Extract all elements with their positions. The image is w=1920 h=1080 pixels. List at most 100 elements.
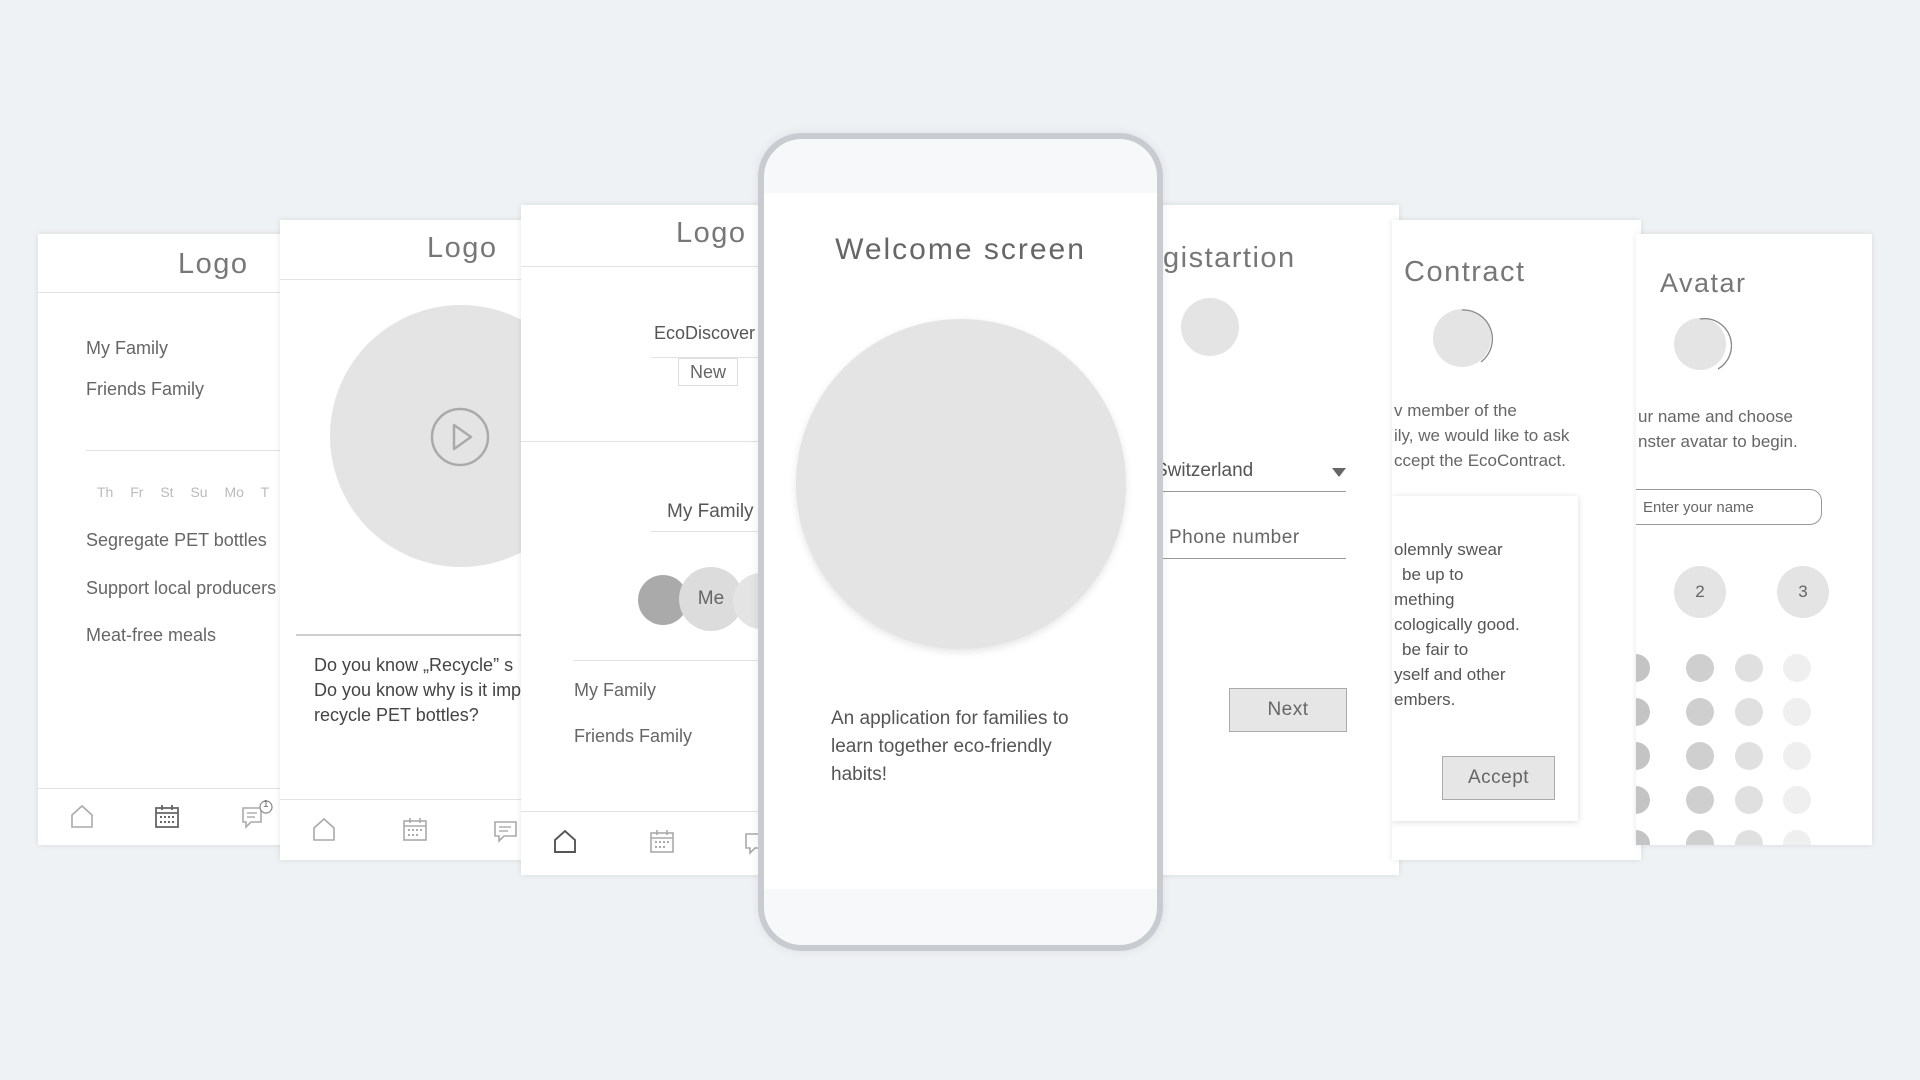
monster-avatar[interactable] bbox=[1636, 786, 1650, 814]
monster-avatar[interactable] bbox=[1735, 742, 1763, 770]
task-item[interactable]: Segregate PET bottles bbox=[86, 530, 267, 551]
country-select[interactable]: Switzerland bbox=[1155, 453, 1346, 492]
step-2[interactable]: 2 bbox=[1674, 566, 1726, 618]
family-header: My Family bbox=[667, 501, 754, 522]
family-item-friends-family[interactable]: Friends Family bbox=[574, 726, 692, 747]
step-label: 3 bbox=[1798, 582, 1808, 601]
name-placeholder: Enter your name bbox=[1643, 499, 1754, 516]
monster-avatar[interactable] bbox=[1735, 654, 1763, 682]
contract-intro-line: v member of the bbox=[1394, 401, 1517, 420]
day-strip: Th Fr St Su Mo T bbox=[97, 484, 269, 500]
phone-placeholder: Phone number bbox=[1169, 527, 1300, 548]
screen-home: Logo EcoDiscover New My Family Me My Fam… bbox=[521, 205, 771, 875]
chat-badge: 1 bbox=[263, 799, 269, 810]
play-icon[interactable] bbox=[429, 406, 491, 473]
monster-avatar[interactable] bbox=[1636, 830, 1650, 845]
monster-avatar[interactable] bbox=[1686, 830, 1714, 845]
name-input[interactable]: Enter your name bbox=[1636, 489, 1822, 525]
day-th[interactable]: Th bbox=[97, 484, 113, 500]
oath-line: be fair to bbox=[1402, 640, 1469, 659]
step-3[interactable]: 3 bbox=[1777, 566, 1829, 618]
oath-line: mething bbox=[1394, 590, 1455, 609]
screen-contract: Contract v member of the ily, we would l… bbox=[1392, 220, 1641, 860]
monster-avatar[interactable] bbox=[1686, 698, 1714, 726]
accept-button[interactable]: Accept bbox=[1442, 756, 1555, 800]
monster-avatar[interactable] bbox=[1686, 786, 1714, 814]
loading-arc-icon bbox=[1674, 317, 1733, 381]
chevron-down-icon bbox=[1332, 468, 1346, 477]
monster-avatar[interactable] bbox=[1686, 654, 1714, 682]
quiz-line: Do you know why is it imp bbox=[314, 680, 522, 700]
family-item-friends-family[interactable]: Friends Family bbox=[86, 379, 204, 400]
oath-line: be up to bbox=[1402, 565, 1464, 584]
task-item[interactable]: Meat-free meals bbox=[86, 625, 216, 646]
contract-title: Contract bbox=[1404, 256, 1526, 288]
quiz-line: recycle PET bottles? bbox=[314, 705, 479, 725]
oath-line: embers. bbox=[1394, 690, 1456, 709]
logo: Logo bbox=[427, 232, 498, 264]
app-name: EcoDiscover bbox=[654, 323, 756, 343]
step-label: 2 bbox=[1695, 582, 1705, 601]
next-button[interactable]: Next bbox=[1229, 688, 1347, 732]
welcome-title: Welcome screen bbox=[835, 233, 1086, 266]
chat-icon[interactable] bbox=[492, 817, 520, 845]
phone-frame: Welcome screen An application for famili… bbox=[758, 133, 1163, 951]
oath-line: olemnly swear bbox=[1394, 540, 1503, 559]
monster-avatar[interactable] bbox=[1783, 786, 1811, 814]
home-icon[interactable] bbox=[68, 802, 96, 830]
monster-avatar[interactable] bbox=[1783, 742, 1811, 770]
welcome-description-line: learn together eco-friendly bbox=[831, 736, 1052, 757]
welcome-description-line: habits! bbox=[831, 764, 887, 785]
day-fr[interactable]: Fr bbox=[130, 484, 143, 500]
monster-avatar[interactable] bbox=[1735, 698, 1763, 726]
monster-avatar[interactable] bbox=[1783, 830, 1811, 845]
day-mo[interactable]: Mo bbox=[224, 484, 243, 500]
calendar-icon[interactable] bbox=[648, 827, 676, 855]
day-tu[interactable]: T bbox=[261, 484, 270, 500]
monster-avatar[interactable] bbox=[1735, 786, 1763, 814]
loading-arc-icon bbox=[1433, 309, 1495, 376]
phone-input[interactable]: Phone number bbox=[1162, 518, 1346, 559]
screen-registration: gistartion Switzerland Phone number Next bbox=[1140, 205, 1399, 875]
screen-tasks: Logo My Family Friends Family Th Fr St S… bbox=[38, 234, 288, 845]
monster-avatar[interactable] bbox=[1735, 830, 1763, 845]
monster-avatar[interactable] bbox=[1636, 654, 1650, 682]
logo: Logo bbox=[676, 217, 747, 249]
new-label: New bbox=[689, 361, 726, 382]
monster-avatar[interactable] bbox=[1783, 698, 1811, 726]
quiz-line: Do you know „Recycle” s bbox=[314, 655, 514, 675]
screen-avatar: Avatar ur name and choose nster avatar t… bbox=[1636, 234, 1872, 845]
contract-intro-line: ily, we would like to ask bbox=[1394, 426, 1570, 445]
welcome-illustration bbox=[796, 319, 1126, 649]
home-icon[interactable] bbox=[310, 815, 338, 843]
family-item-my-family[interactable]: My Family bbox=[574, 680, 656, 701]
welcome-description-line: An application for families to bbox=[831, 708, 1069, 729]
home-icon[interactable] bbox=[551, 827, 579, 855]
country-value: Switzerland bbox=[1155, 460, 1254, 481]
avatar-intro-line: nster avatar to begin. bbox=[1638, 432, 1798, 451]
monster-avatar[interactable] bbox=[1686, 742, 1714, 770]
oath-line: yself and other bbox=[1394, 665, 1506, 684]
monster-avatar[interactable] bbox=[1636, 698, 1650, 726]
new-button[interactable]: New bbox=[678, 358, 738, 386]
day-st[interactable]: St bbox=[160, 484, 173, 500]
task-item[interactable]: Support local producers bbox=[86, 578, 276, 599]
calendar-icon[interactable] bbox=[153, 802, 181, 830]
oath-line: cologically good. bbox=[1394, 615, 1520, 634]
screen-video: Logo Do you know „Recycle” s Do you know… bbox=[280, 220, 530, 860]
monster-avatar[interactable] bbox=[1783, 654, 1811, 682]
family-item-my-family[interactable]: My Family bbox=[86, 338, 168, 359]
avatar-title: Avatar bbox=[1660, 268, 1747, 298]
chat-icon[interactable]: 1 bbox=[240, 799, 274, 832]
calendar-icon[interactable] bbox=[401, 815, 429, 843]
welcome-screen: Welcome screen An application for famili… bbox=[764, 193, 1157, 889]
member-me-label: Me bbox=[697, 588, 725, 609]
registration-title: gistartion bbox=[1163, 242, 1296, 274]
registration-avatar bbox=[1181, 298, 1239, 356]
monster-avatar[interactable] bbox=[1636, 742, 1650, 770]
avatar-intro-line: ur name and choose bbox=[1638, 407, 1793, 426]
monster-avatar-grid bbox=[1636, 654, 1872, 845]
contract-intro-line: ccept the EcoContract. bbox=[1394, 451, 1566, 470]
day-su[interactable]: Su bbox=[190, 484, 207, 500]
logo: Logo bbox=[178, 248, 249, 280]
